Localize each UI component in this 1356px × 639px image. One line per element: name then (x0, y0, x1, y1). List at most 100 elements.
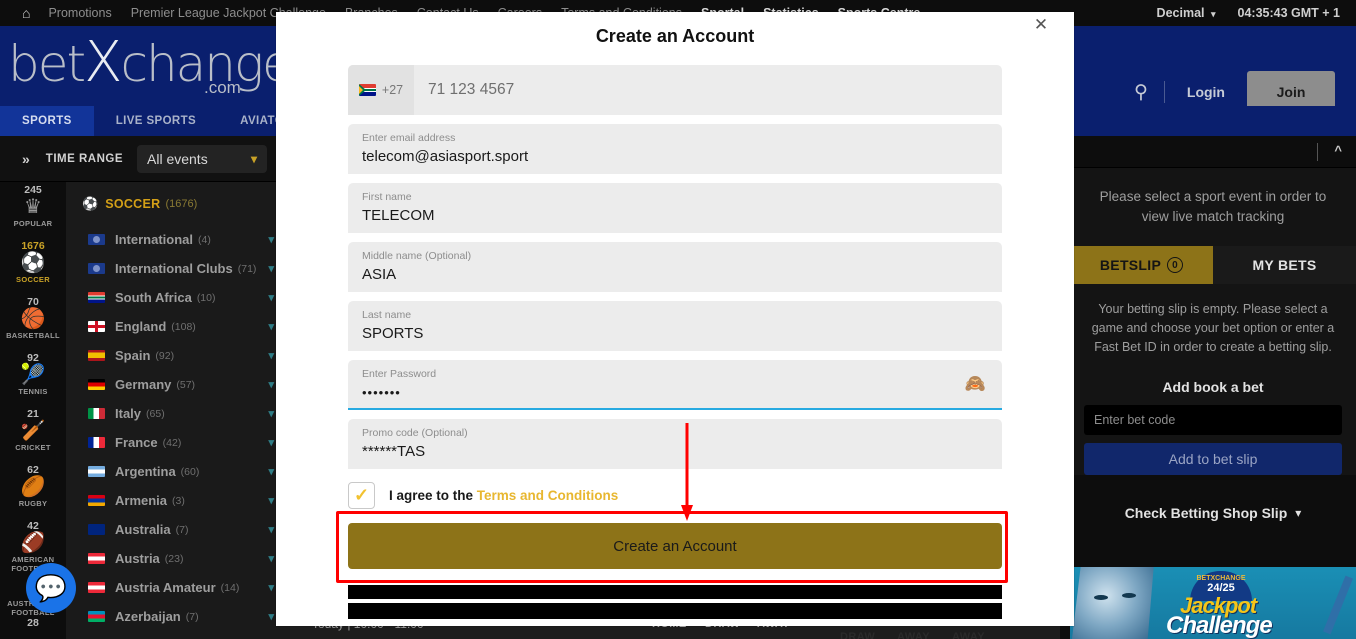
chevron-down-icon[interactable]: ▾ (268, 610, 274, 623)
chevron-down-icon[interactable]: ▾ (268, 581, 274, 594)
country-count: (23) (164, 552, 184, 565)
country-row[interactable]: Austria Amateur (14) ▾ (66, 573, 290, 602)
close-icon[interactable]: ✕ (1030, 14, 1052, 36)
country-row[interactable]: France (42) ▾ (66, 428, 290, 457)
time-range-value: All events (147, 150, 208, 167)
first-name-value: TELECOM (362, 207, 435, 224)
submit-wrapper: Create an Account (336, 511, 1008, 583)
chevron-down-icon[interactable]: ▾ (268, 523, 274, 536)
rail-label: RUGBY (18, 499, 48, 508)
rail-item-tennis[interactable]: 92 🎾 TENNIS (0, 350, 66, 406)
phone-field[interactable]: +27 71 123 4567 (348, 65, 1002, 115)
chevron-down-icon[interactable]: ▾ (268, 262, 274, 275)
market-away-faint-2[interactable]: AWAY (952, 631, 985, 639)
market-draw-faint[interactable]: DRAW (840, 631, 875, 639)
tracker-collapse-bar[interactable]: ^ (1070, 136, 1356, 168)
tab-my-bets[interactable]: MY BETS (1213, 246, 1356, 284)
last-name-label: Last name (362, 309, 412, 321)
last-name-value: SPORTS (362, 325, 424, 342)
first-name-field[interactable]: First name TELECOM (348, 183, 1002, 233)
country-row[interactable]: Germany (57) ▾ (66, 370, 290, 399)
terms-text: I agree to the Terms and Conditions (389, 488, 618, 503)
check-betting-shop-slip[interactable]: Check Betting Shop Slip ▾ (1070, 491, 1356, 535)
country-row[interactable]: Italy (65) ▾ (66, 399, 290, 428)
odds-format-selector[interactable]: Decimal ▾ (1157, 6, 1216, 20)
server-clock: 04:35:43 GMT + 1 (1237, 6, 1340, 20)
last-name-field[interactable]: Last name SPORTS (348, 301, 1002, 351)
middle-name-field[interactable]: Middle name (Optional) ASIA (348, 242, 1002, 292)
modal-title: Create an Account (595, 26, 755, 46)
chevron-down-icon[interactable]: ▾ (268, 465, 274, 478)
chevron-down-icon[interactable]: ▾ (268, 320, 274, 333)
phone-input[interactable]: 71 123 4567 (414, 81, 514, 99)
player-illustration (1072, 567, 1154, 639)
rail-item-basketball[interactable]: 70 🏀 BASKETBALL (0, 294, 66, 350)
tennis-racket-icon: 🎾 (20, 364, 46, 386)
tab-betslip[interactable]: BETSLIP 0 (1070, 246, 1213, 284)
country-flag-icon (88, 582, 105, 593)
double-chevron-right-icon[interactable]: » (22, 151, 30, 167)
rail-item-popular[interactable]: 245 ♛ POPULAR (0, 182, 66, 238)
top-nav-item-promotions[interactable]: Promotions (48, 6, 111, 20)
chevron-down-icon[interactable]: ▾ (268, 349, 274, 362)
home-icon[interactable]: ⌂ (22, 6, 30, 20)
time-range-select[interactable]: All events ▾ (137, 144, 267, 173)
jackpot-challenge-banner[interactable]: BETXCHANGE 24/25 Jackpot Challenge (1070, 567, 1356, 639)
terms-and-conditions-link[interactable]: Terms and Conditions (477, 488, 619, 503)
country-row[interactable]: Spain (92) ▾ (66, 341, 290, 370)
tab-live-sports[interactable]: LIVE SPORTS (94, 106, 218, 136)
country-row[interactable]: International (4) ▾ (66, 225, 290, 254)
rail-item-cricket[interactable]: 21 🏏 CRICKET (0, 406, 66, 462)
password-label: Enter Password (362, 368, 437, 380)
bet-code-input[interactable]: Enter bet code (1084, 405, 1342, 435)
tab-betslip-label: BETSLIP (1099, 257, 1162, 273)
login-button[interactable]: Login (1187, 84, 1225, 100)
country-row[interactable]: England (108) ▾ (66, 312, 290, 341)
time-range-label: TIME RANGE (45, 152, 123, 165)
country-row[interactable]: Azerbaijan (7) ▾ (66, 602, 290, 631)
banner-decoration (1323, 575, 1353, 635)
terms-agreement-row: ✓ I agree to the Terms and Conditions (348, 482, 1002, 509)
country-name: Spain (115, 348, 151, 363)
country-row[interactable]: South Africa (10) ▾ (66, 283, 290, 312)
country-flag-icon (88, 379, 105, 390)
terms-checkbox[interactable]: ✓ (348, 482, 375, 509)
logo-part-x: X (84, 30, 122, 95)
tab-sports[interactable]: SPORTS (0, 106, 94, 136)
chevron-down-icon[interactable]: ▾ (268, 407, 274, 420)
country-row[interactable]: International Clubs (71) ▾ (66, 254, 290, 283)
country-row[interactable]: Armenia (3) ▾ (66, 486, 290, 515)
rail-count: 92 (27, 352, 39, 364)
rail-count: 70 (27, 296, 39, 308)
search-icon[interactable]: ⚲ (1134, 81, 1148, 104)
country-list-header: ⚽ SOCCER (1676) (66, 196, 290, 212)
country-code-selector[interactable]: +27 (348, 65, 414, 115)
toggle-password-visibility-icon[interactable]: 🙈 (965, 374, 986, 394)
promo-code-field[interactable]: Promo code (Optional) ******TAS (348, 419, 1002, 469)
country-row[interactable]: Austria (23) ▾ (66, 544, 290, 573)
rail-item-rugby[interactable]: 62 🏉 RUGBY (0, 462, 66, 518)
chevron-down-icon[interactable]: ▾ (268, 378, 274, 391)
south-africa-flag-icon (358, 84, 376, 96)
country-name: Armenia (115, 493, 168, 508)
email-field[interactable]: Enter email address telecom@asiasport.sp… (348, 124, 1002, 174)
cricket-bat-icon: 🏏 (20, 420, 46, 442)
chevron-up-icon[interactable]: ^ (1334, 143, 1342, 158)
create-account-button[interactable]: Create an Account (348, 523, 1002, 569)
country-row[interactable]: Australia (7) ▾ (66, 515, 290, 544)
chevron-down-icon[interactable]: ▾ (268, 291, 274, 304)
live-chat-button[interactable]: 💬 (26, 563, 76, 613)
country-row[interactable]: Argentina (60) ▾ (66, 457, 290, 486)
market-away-faint-1[interactable]: AWAY (897, 631, 930, 639)
add-to-bet-slip-button[interactable]: Add to bet slip (1084, 443, 1342, 475)
chevron-down-icon[interactable]: ▾ (268, 552, 274, 565)
rail-item-soccer[interactable]: 1676 ⚽ SOCCER (0, 238, 66, 294)
chevron-down-icon[interactable]: ▾ (268, 233, 274, 246)
country-name: International (115, 232, 194, 247)
chevron-down-icon[interactable]: ▾ (268, 494, 274, 507)
password-field[interactable]: Enter Password ••••••• 🙈 (348, 360, 1002, 410)
chevron-down-icon[interactable]: ▾ (268, 436, 274, 449)
registration-form: +27 71 123 4567 Enter email address tele… (276, 47, 1074, 619)
country-flag-icon (88, 437, 105, 448)
site-logo[interactable]: betXchange .com (8, 30, 293, 98)
